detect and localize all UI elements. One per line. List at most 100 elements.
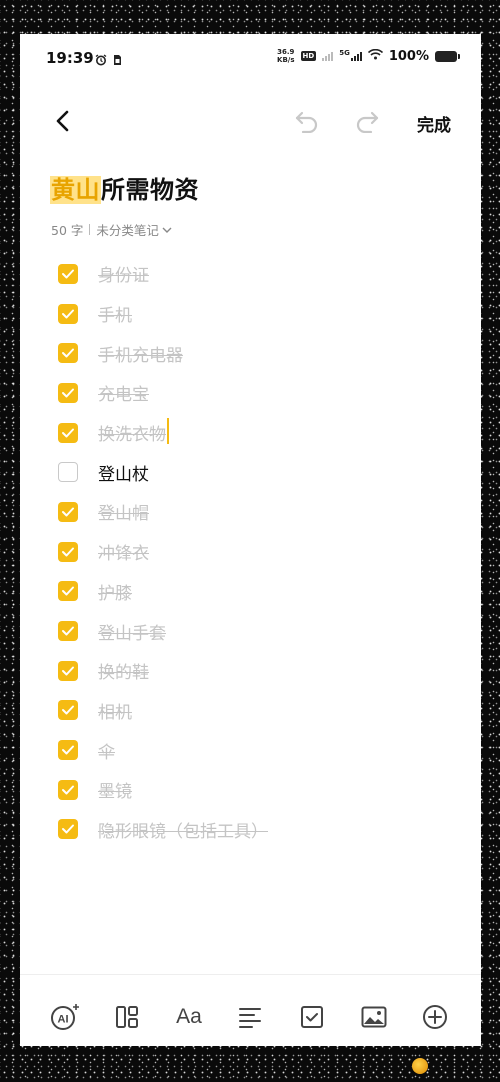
checkbox-checked[interactable] [58, 263, 78, 284]
checklist-item-text[interactable]: 换洗衣物 [98, 420, 166, 445]
checkbox-icon [301, 1006, 323, 1028]
note-meta: 50 字 未分类笔记 [51, 220, 172, 239]
checkbox-checked[interactable] [58, 343, 78, 364]
wifi-icon [367, 48, 383, 64]
checklist-item[interactable]: 登山帽 [58, 492, 458, 532]
check-icon [62, 388, 74, 398]
hd-badge: HD [300, 51, 317, 61]
check-icon [62, 507, 74, 517]
checklist-item-text[interactable]: 换的鞋 [98, 658, 149, 683]
text-cursor [167, 417, 169, 444]
check-icon [62, 785, 74, 795]
check-icon [62, 586, 74, 596]
signal-weak-icon [322, 51, 334, 61]
image-icon [361, 1006, 387, 1028]
checklist-item-text[interactable]: 手机充电器 [98, 341, 183, 366]
checklist-item-text[interactable]: 充电宝 [98, 380, 149, 405]
status-bar: 19:39 36.9 KB/s HD 5G 100% [20, 34, 481, 84]
checklist-item-text[interactable]: 相机 [98, 698, 132, 723]
checkbox-checked[interactable] [58, 303, 78, 324]
checklist-item[interactable]: 换的鞋 [58, 651, 458, 691]
checklist-item-text[interactable]: 隐形眼镜（包括工具） [98, 817, 268, 842]
checkbox-unchecked[interactable] [58, 462, 78, 483]
check-icon [62, 547, 74, 557]
undo-button[interactable] [292, 106, 322, 136]
bottom-divider [20, 974, 481, 975]
checklist-item[interactable]: 充电宝 [58, 373, 458, 413]
check-icon [62, 745, 74, 755]
checkbox-checked[interactable] [58, 621, 78, 642]
checklist-item[interactable]: 换洗衣物 [58, 413, 458, 453]
checkbox-checked[interactable] [58, 541, 78, 562]
layout-button[interactable] [110, 1000, 144, 1034]
checklist-item[interactable]: 手机充电器 [58, 333, 458, 373]
add-button[interactable] [418, 1000, 452, 1034]
add-circle-icon [423, 1005, 447, 1029]
chevron-down-icon [162, 227, 172, 233]
checklist-item-text[interactable]: 身份证 [98, 261, 149, 286]
battery-icon [435, 50, 460, 62]
checklist-item-text[interactable]: 冲锋衣 [98, 539, 149, 564]
checklist-item[interactable]: 墨镜 [58, 770, 458, 810]
checklist-item[interactable]: 相机 [58, 691, 458, 731]
done-button[interactable]: 完成 [417, 111, 451, 136]
ai-button[interactable]: AI [48, 1000, 82, 1034]
checkbox-checked[interactable] [58, 740, 78, 761]
check-icon [62, 348, 74, 358]
checkbox-checked[interactable] [58, 700, 78, 721]
checkbox-checked[interactable] [58, 819, 78, 840]
alarm-icon [95, 51, 107, 70]
checklist-item[interactable]: 伞 [58, 730, 458, 770]
title-highlight: 黄山 [50, 176, 101, 204]
network-speed: 36.9 KB/s [277, 48, 295, 64]
category-label: 未分类笔记 [96, 223, 159, 238]
checklist-item-text[interactable]: 伞 [98, 738, 115, 763]
back-arrow-icon [56, 110, 69, 132]
text-align-button[interactable] [233, 1000, 267, 1034]
title-rest: 所需物资 [101, 176, 199, 204]
undo-icon [295, 111, 318, 133]
checklist-item-text[interactable]: 墨镜 [98, 777, 132, 802]
ai-label: AI [58, 1014, 69, 1026]
checklist-item-text[interactable]: 登山手套 [98, 619, 166, 644]
checklist-item[interactable]: 登山杖 [58, 452, 458, 492]
checklist-item[interactable]: 隐形眼镜（包括工具） [58, 810, 458, 850]
checkbox-checked[interactable] [58, 581, 78, 602]
text-align-icon [239, 1008, 261, 1028]
checkbox-checked[interactable] [58, 382, 78, 403]
font-button[interactable]: Aa [172, 1000, 206, 1034]
watermark-logo-icon [412, 1058, 428, 1074]
meta-divider [89, 224, 91, 235]
checklist-item-text[interactable]: 登山杖 [98, 460, 149, 485]
check-icon [62, 428, 74, 438]
check-icon [62, 626, 74, 636]
status-time: 19:39 [46, 49, 94, 67]
word-count: 50 字 [51, 223, 84, 238]
checklist: 身份证手机手机充电器充电宝换洗衣物登山杖登山帽冲锋衣护膝登山手套换的鞋相机伞墨镜… [58, 254, 458, 849]
checklist-item-text[interactable]: 登山帽 [98, 499, 149, 524]
back-button[interactable] [48, 106, 78, 136]
checkbox-checked[interactable] [58, 501, 78, 522]
battery-percent: 100% [388, 48, 429, 64]
category-selector[interactable]: 未分类笔记 [96, 220, 172, 239]
checklist-item[interactable]: 登山手套 [58, 611, 458, 651]
phone-screen: 19:39 36.9 KB/s HD 5G 100% 完成 黄山所需物资 50 … [20, 34, 481, 1046]
checklist-item[interactable]: 身份证 [58, 254, 458, 294]
note-title[interactable]: 黄山所需物资 [50, 170, 199, 205]
ai-icon: AI [51, 1004, 79, 1030]
bottom-toolbar: AI Aa [20, 994, 481, 1038]
redo-button[interactable] [352, 106, 382, 136]
checkbox-checked[interactable] [58, 422, 78, 443]
checklist-item-text[interactable]: 手机 [98, 301, 132, 326]
checkbox-button[interactable] [295, 1000, 329, 1034]
image-button[interactable] [357, 1000, 391, 1034]
checklist-item[interactable]: 护膝 [58, 572, 458, 612]
font-icon: Aa [176, 1005, 202, 1028]
checklist-item[interactable]: 手机 [58, 294, 458, 334]
checkbox-checked[interactable] [58, 779, 78, 800]
check-icon [62, 309, 74, 319]
checklist-item-text[interactable]: 护膝 [98, 579, 132, 604]
checkbox-checked[interactable] [58, 660, 78, 681]
checklist-item[interactable]: 冲锋衣 [58, 532, 458, 572]
check-icon [62, 824, 74, 834]
